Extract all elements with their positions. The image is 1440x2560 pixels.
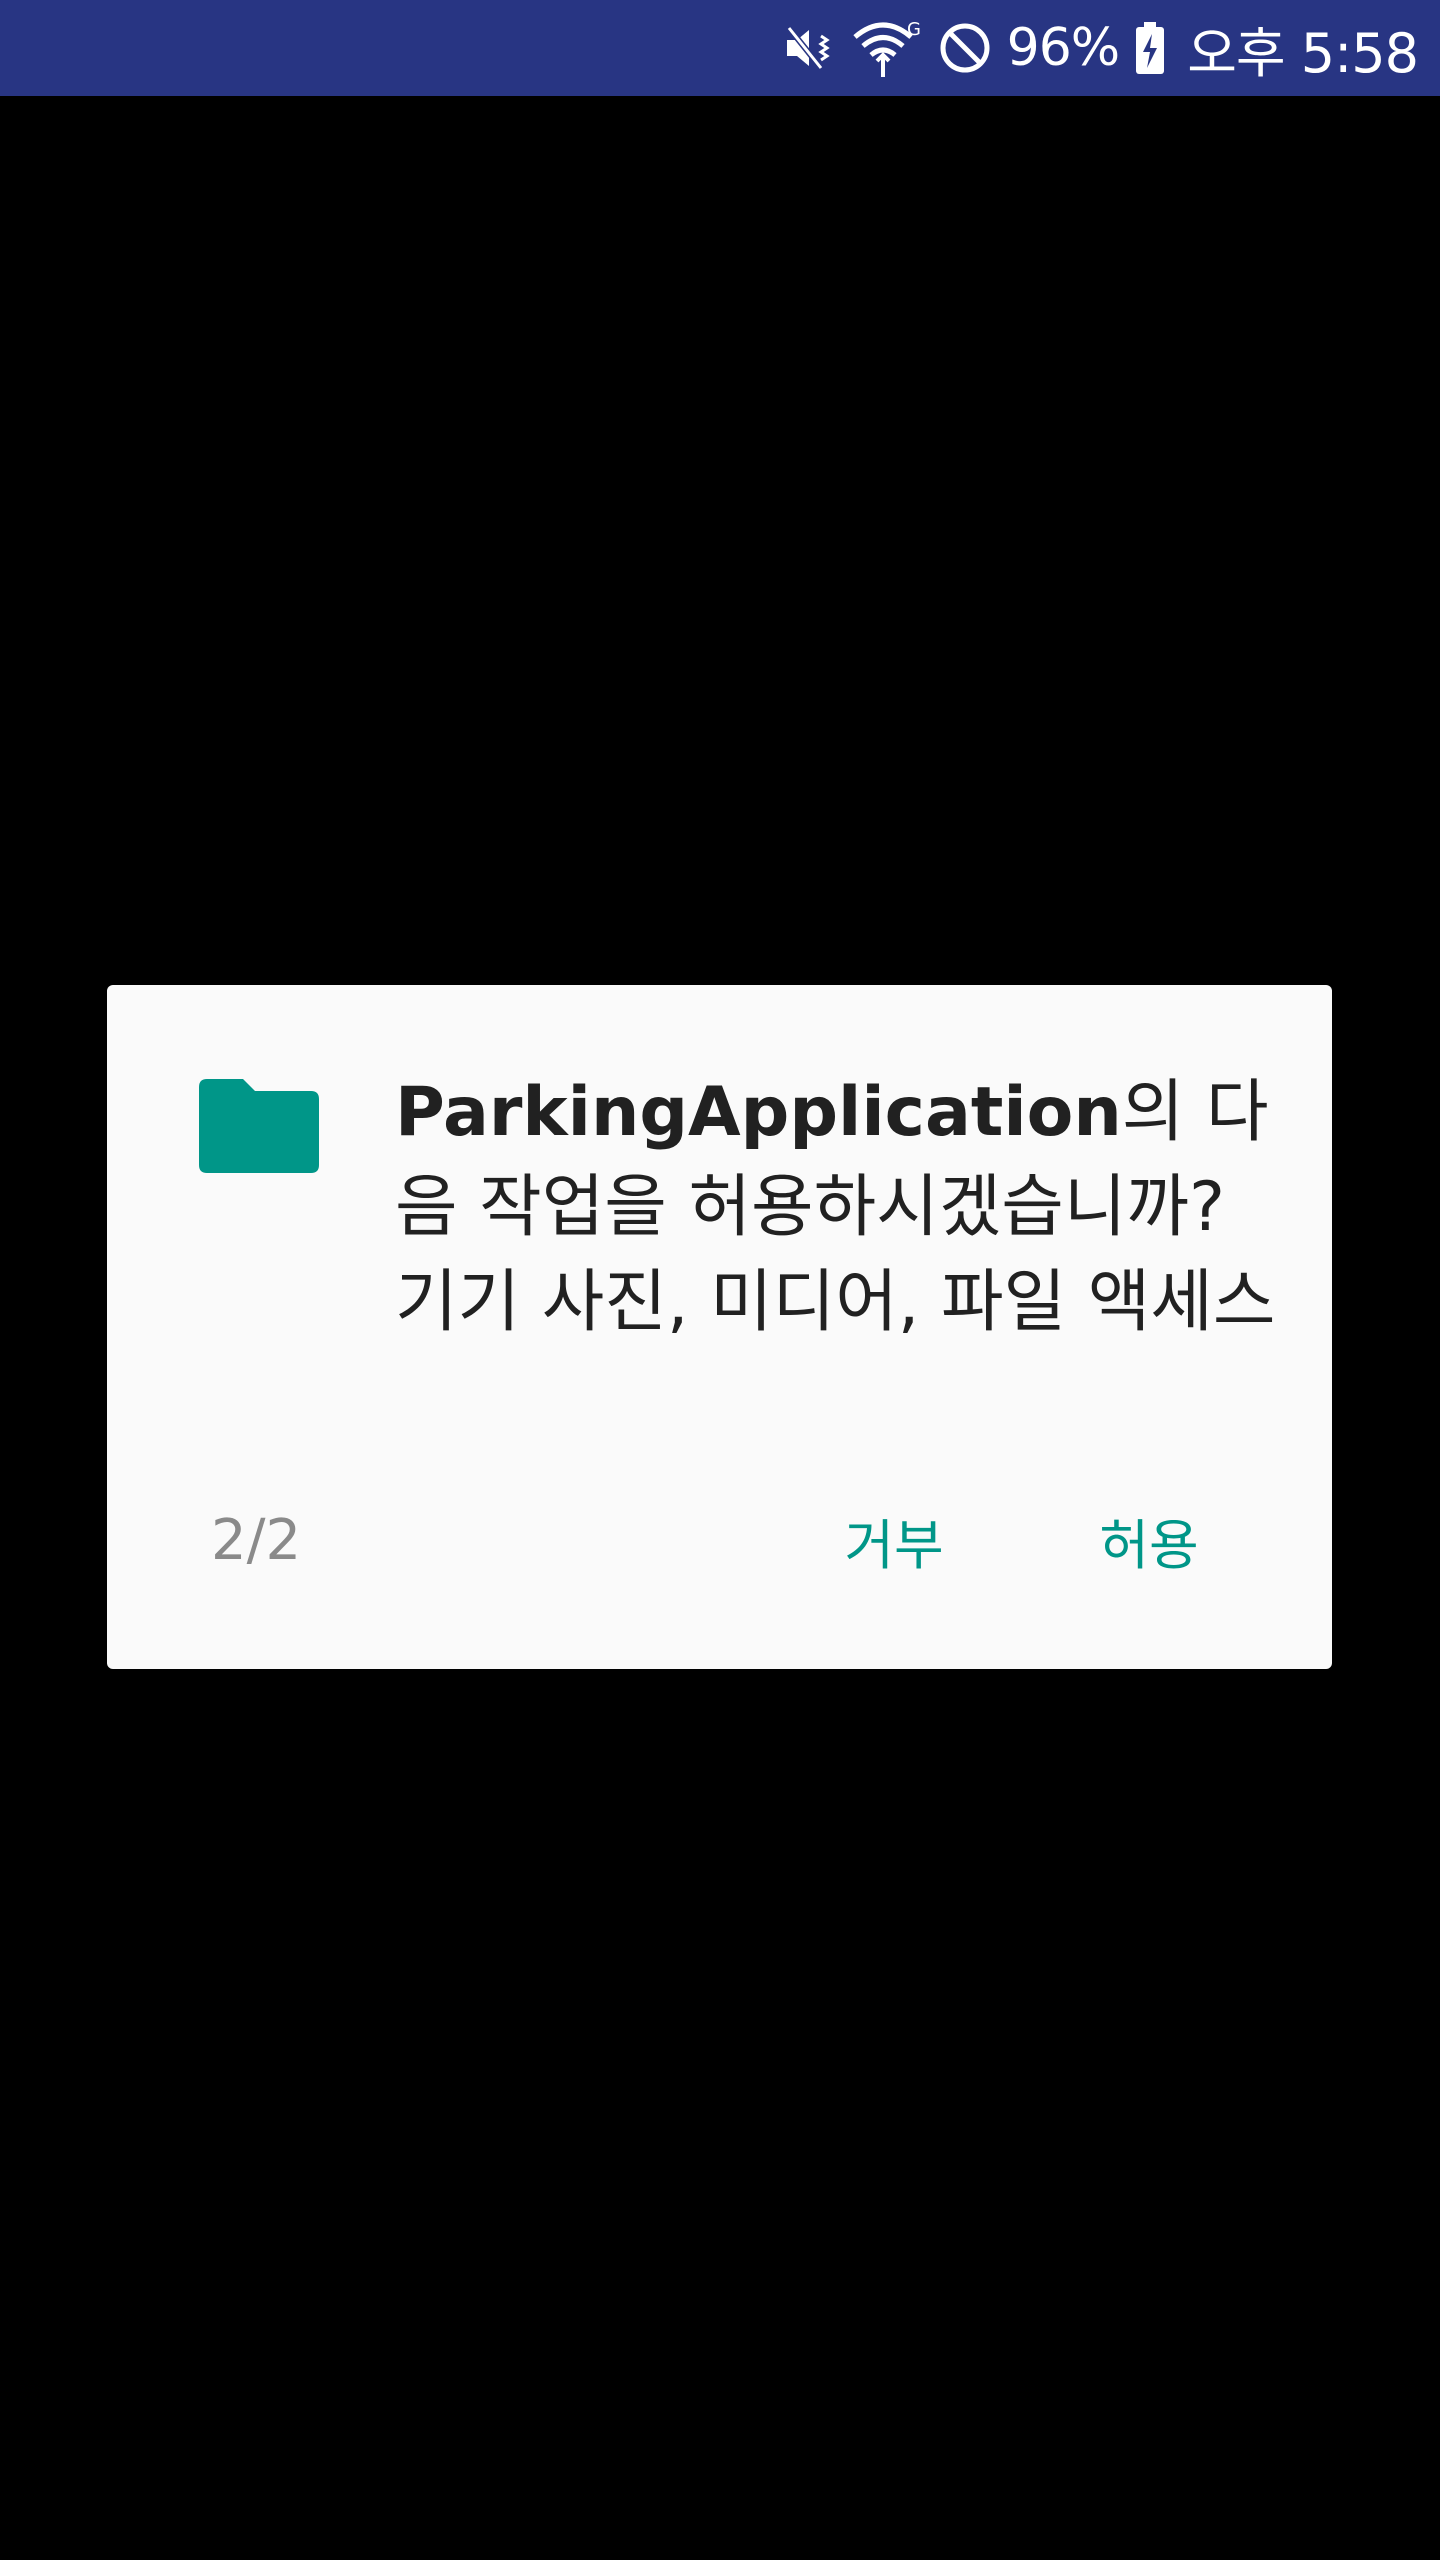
permission-dialog: ParkingApplication의 다음 작업을 허용하시겠습니까? 기기 … xyxy=(107,985,1332,1669)
battery-percent: 96% xyxy=(1006,18,1121,78)
app-name: ParkingApplication xyxy=(395,1073,1122,1152)
status-bar: G 96% 오후 5:58 xyxy=(0,0,1440,96)
battery-charging-icon xyxy=(1133,20,1167,76)
page-indicator: 2/2 xyxy=(211,1508,302,1573)
wifi-icon: G xyxy=(851,17,923,79)
clock: 오후 5:58 xyxy=(1187,21,1419,85)
permission-message: ParkingApplication의 다음 작업을 허용하시겠습니까? 기기 … xyxy=(395,1065,1295,1350)
allow-button[interactable]: 허용 xyxy=(1074,1485,1224,1595)
svg-text:G: G xyxy=(907,19,921,40)
mute-vibrate-icon xyxy=(781,20,837,76)
screen: G 96% 오후 5:58 ParkingApplication의 다음 작업을… xyxy=(0,0,1440,2560)
status-icons: G 96% 오후 5:58 xyxy=(781,9,1419,88)
folder-icon xyxy=(199,1077,319,1177)
deny-button[interactable]: 거부 xyxy=(819,1485,969,1595)
do-not-disturb-icon xyxy=(937,20,993,76)
